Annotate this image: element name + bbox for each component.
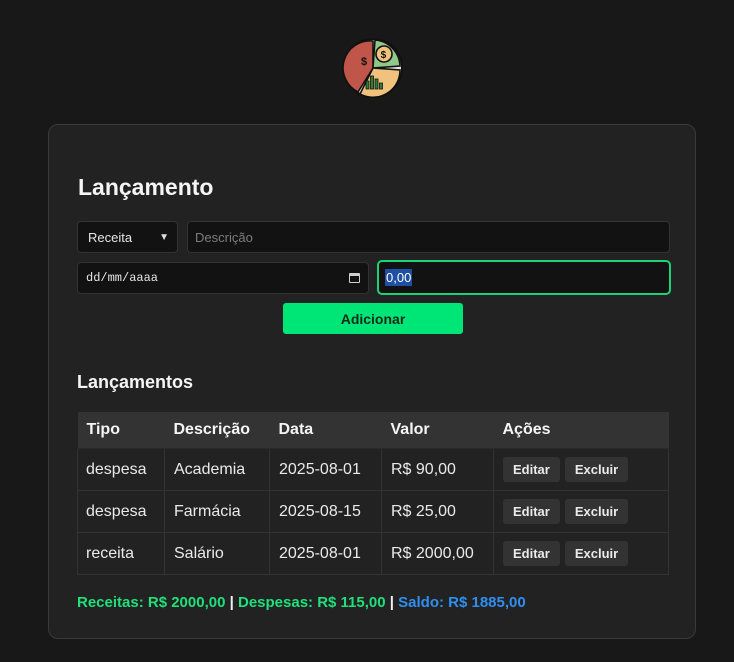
column-header-tipo: Tipo <box>77 412 165 449</box>
delete-button[interactable]: Excluir <box>564 457 629 482</box>
table-row: despesa Academia 2025-08-01 R$ 90,00 Edi… <box>77 448 669 491</box>
date-input[interactable]: dd/mm/aaaa <box>77 262 369 294</box>
value-input[interactable]: 0,00 <box>377 260 671 295</box>
main-card: Lançamento Receita ▼ Descrição dd/mm/aaa… <box>48 124 696 639</box>
cell-tipo: receita <box>77 532 165 575</box>
column-header-descricao: Descrição <box>164 412 270 449</box>
cell-data: 2025-08-15 <box>269 490 382 533</box>
date-placeholder: dd/mm/aaaa <box>86 271 159 285</box>
cell-descricao: Farmácia <box>164 490 270 533</box>
total-receitas: Receitas: R$ 2000,00 <box>77 594 226 611</box>
cell-tipo: despesa <box>77 490 165 533</box>
list-title: Lançamentos <box>77 372 194 392</box>
totals-separator: | <box>389 594 394 611</box>
table-row: despesa Farmácia 2025-08-15 R$ 25,00 Edi… <box>77 490 669 533</box>
cell-valor: R$ 90,00 <box>381 448 494 491</box>
totals-summary: Receitas: R$ 2000,00 | Despesas: R$ 115,… <box>77 594 526 611</box>
chevron-down-icon: ▼ <box>159 231 169 243</box>
cell-acoes: Editar Excluir <box>493 448 669 491</box>
column-header-data: Data <box>269 412 382 449</box>
cell-acoes: Editar Excluir <box>493 532 669 575</box>
form-title: Lançamento <box>78 174 214 200</box>
entries-table: Tipo Descrição Data Valor Ações despesa … <box>77 412 669 575</box>
cell-tipo: despesa <box>77 448 165 491</box>
edit-button[interactable]: Editar <box>503 457 560 482</box>
cell-descricao: Academia <box>164 448 270 491</box>
svg-text:$: $ <box>361 56 367 68</box>
edit-button[interactable]: Editar <box>503 499 560 524</box>
cell-valor: R$ 2000,00 <box>381 532 494 575</box>
delete-button[interactable]: Excluir <box>564 499 629 524</box>
column-header-acoes: Ações <box>493 412 669 449</box>
column-header-valor: Valor <box>381 412 494 449</box>
description-input[interactable]: Descrição <box>187 221 670 253</box>
edit-button[interactable]: Editar <box>503 541 560 566</box>
table-row: receita Salário 2025-08-01 R$ 2000,00 Ed… <box>77 532 669 575</box>
type-select[interactable]: Receita ▼ <box>77 221 178 253</box>
description-placeholder: Descrição <box>195 229 253 245</box>
cell-acoes: Editar Excluir <box>493 490 669 533</box>
table-header-row: Tipo Descrição Data Valor Ações <box>77 412 669 449</box>
cell-data: 2025-08-01 <box>269 532 382 575</box>
total-saldo: Saldo: R$ 1885,00 <box>398 594 526 611</box>
total-despesas: Despesas: R$ 115,00 <box>237 594 386 611</box>
finance-pie-logo-icon: $ $ <box>342 38 403 99</box>
value-input-text: 0,00 <box>385 269 413 286</box>
cell-valor: R$ 25,00 <box>381 490 494 533</box>
svg-text:$: $ <box>381 50 387 61</box>
cell-descricao: Salário <box>164 532 270 575</box>
type-select-value: Receita <box>88 229 133 245</box>
totals-separator: | <box>229 594 234 611</box>
calendar-icon[interactable] <box>349 273 360 283</box>
cell-data: 2025-08-01 <box>269 448 382 491</box>
add-button[interactable]: Adicionar <box>283 303 463 334</box>
delete-button[interactable]: Excluir <box>564 541 629 566</box>
